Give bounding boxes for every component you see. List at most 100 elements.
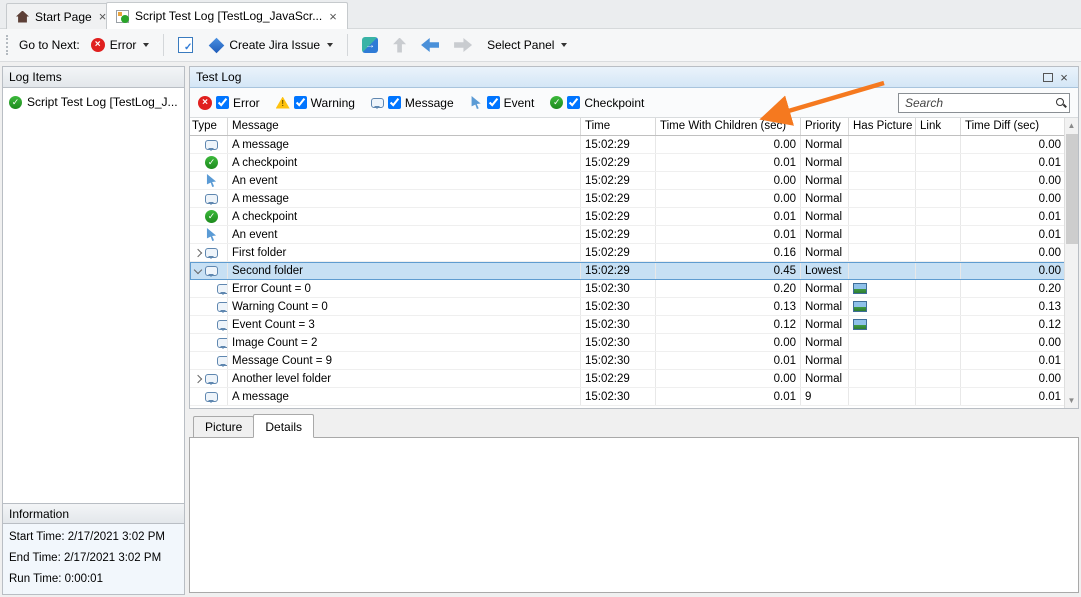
go-to-next-error-dropdown[interactable]: Error xyxy=(87,35,154,55)
close-icon[interactable] xyxy=(328,10,338,23)
vertical-scrollbar[interactable] xyxy=(1064,118,1078,408)
link-cell xyxy=(916,262,961,279)
column-header-time-diff[interactable]: Time Diff (sec) xyxy=(961,118,1065,135)
log-row[interactable]: An event15:02:290.00Normal0.00 xyxy=(190,172,1065,190)
warning-filter-checkbox[interactable] xyxy=(294,96,307,109)
column-header-link[interactable]: Link xyxy=(916,118,961,135)
log-row[interactable]: A checkpoint15:02:290.01Normal0.01 xyxy=(190,208,1065,226)
column-header-message[interactable]: Message xyxy=(228,118,581,135)
time-cell: 15:02:30 xyxy=(581,334,656,351)
log-row[interactable]: A checkpoint15:02:290.01Normal0.01 xyxy=(190,154,1065,172)
time-diff-cell: 0.00 xyxy=(961,190,1065,207)
document-tab-bar: Start Page Script Test Log [TestLog_Java… xyxy=(0,0,1081,29)
log-row[interactable]: An event15:02:290.01Normal0.01 xyxy=(190,226,1065,244)
expander-spacer xyxy=(192,190,204,207)
go-up-button[interactable] xyxy=(389,35,410,56)
has-picture-cell xyxy=(849,172,916,189)
tab-details[interactable]: Details xyxy=(253,414,314,438)
message-icon xyxy=(205,140,218,150)
picture-icon xyxy=(853,283,867,294)
priority-cell: Normal xyxy=(801,316,849,333)
type-cell xyxy=(190,352,228,369)
message-cell: A message xyxy=(228,388,581,405)
message-icon xyxy=(217,356,228,366)
column-header-time-with-children[interactable]: Time With Children (sec) xyxy=(656,118,801,135)
go-back-button[interactable] xyxy=(417,35,443,55)
has-picture-cell xyxy=(849,136,916,153)
time-with-children-cell: 0.01 xyxy=(656,388,801,405)
expander-spacer xyxy=(192,154,204,171)
checkpoint-filter-checkbox[interactable] xyxy=(567,96,580,109)
restore-panel-icon[interactable] xyxy=(1040,70,1056,85)
has-picture-cell xyxy=(849,208,916,225)
log-row[interactable]: Another level folder15:02:290.00Normal0.… xyxy=(190,370,1065,388)
log-row[interactable]: A message15:02:290.00Normal0.00 xyxy=(190,136,1065,154)
column-header-time[interactable]: Time xyxy=(581,118,656,135)
message-filter-checkbox[interactable] xyxy=(388,96,401,109)
log-items-header-label: Log Items xyxy=(9,70,62,84)
link-cell xyxy=(916,190,961,207)
log-row[interactable]: A message15:02:290.00Normal0.00 xyxy=(190,190,1065,208)
expander-spacer xyxy=(192,136,204,153)
log-row[interactable]: Message Count = 915:02:300.01Normal0.01 xyxy=(190,352,1065,370)
post-issue-button[interactable] xyxy=(358,34,382,56)
create-jira-issue-button[interactable]: Create Jira Issue xyxy=(204,34,337,56)
log-row[interactable]: Warning Count = 015:02:300.13Normal0.13 xyxy=(190,298,1065,316)
message-cell: Error Count = 0 xyxy=(228,280,581,297)
log-row[interactable]: Second folder15:02:290.45Lowest0.00 xyxy=(190,262,1065,280)
log-row[interactable]: Error Count = 015:02:300.20Normal0.20 xyxy=(190,280,1065,298)
go-forward-button[interactable] xyxy=(450,35,476,55)
event-filter-checkbox[interactable] xyxy=(487,96,500,109)
toolbar-separator xyxy=(347,34,348,56)
time-cell: 15:02:30 xyxy=(581,298,656,315)
log-row[interactable]: Image Count = 215:02:300.00Normal0.00 xyxy=(190,334,1065,352)
has-picture-cell xyxy=(849,280,916,297)
time-with-children-cell: 0.00 xyxy=(656,136,801,153)
search-input[interactable] xyxy=(898,93,1070,113)
expander-spacer xyxy=(192,388,204,405)
tab-picture[interactable]: Picture xyxy=(193,416,254,438)
type-cell xyxy=(190,226,228,243)
scrollbar-thumb[interactable] xyxy=(1066,134,1078,244)
time-with-children-cell: 0.00 xyxy=(656,172,801,189)
column-header-has-picture[interactable]: Has Picture xyxy=(849,118,916,135)
error-filter-checkbox[interactable] xyxy=(216,96,229,109)
filter-checkpoint: Checkpoint xyxy=(550,96,644,110)
time-with-children-cell: 0.13 xyxy=(656,298,801,315)
priority-cell: Normal xyxy=(801,208,849,225)
filter-warning: Warning xyxy=(276,96,355,110)
expander-spacer xyxy=(204,298,216,315)
expander-expanded-icon[interactable] xyxy=(192,262,204,279)
message-cell: A checkpoint xyxy=(228,208,581,225)
has-picture-cell xyxy=(849,388,916,405)
log-row[interactable]: A message15:02:300.0190.01 xyxy=(190,388,1065,406)
expander-collapsed-icon[interactable] xyxy=(192,370,204,387)
close-panel-icon[interactable] xyxy=(1056,70,1072,85)
tab-start-page[interactable]: Start Page xyxy=(6,3,117,29)
log-row[interactable]: Event Count = 315:02:300.12Normal0.12 xyxy=(190,316,1065,334)
chevron-down-icon xyxy=(327,43,333,47)
log-items-tree-item[interactable]: Script Test Log [TestLog_J... xyxy=(7,92,180,112)
column-header-type[interactable]: Type xyxy=(190,118,228,135)
select-panel-dropdown[interactable]: Select Panel xyxy=(483,35,571,55)
toolbar-grip[interactable] xyxy=(6,35,10,55)
message-cell: An event xyxy=(228,226,581,243)
scroll-up-icon[interactable] xyxy=(1065,118,1078,132)
time-with-children-cell: 0.16 xyxy=(656,244,801,261)
log-items-sidebar: Log Items Script Test Log [TestLog_J... … xyxy=(2,66,185,595)
toolbar-separator xyxy=(163,34,164,56)
column-header-priority[interactable]: Priority xyxy=(801,118,849,135)
panel-check-icon xyxy=(178,37,193,53)
expander-spacer xyxy=(192,172,204,189)
show-panel-button[interactable] xyxy=(174,34,197,56)
message-cell: A message xyxy=(228,136,581,153)
message-icon xyxy=(371,98,384,108)
expander-collapsed-icon[interactable] xyxy=(192,244,204,261)
filter-message-label: Message xyxy=(405,96,454,110)
log-row[interactable]: First folder15:02:290.16Normal0.00 xyxy=(190,244,1065,262)
priority-cell: Normal xyxy=(801,280,849,297)
has-picture-cell xyxy=(849,352,916,369)
has-picture-cell xyxy=(849,334,916,351)
message-cell: Message Count = 9 xyxy=(228,352,581,369)
tab-script-test-log[interactable]: Script Test Log [TestLog_JavaScr... xyxy=(106,2,348,29)
